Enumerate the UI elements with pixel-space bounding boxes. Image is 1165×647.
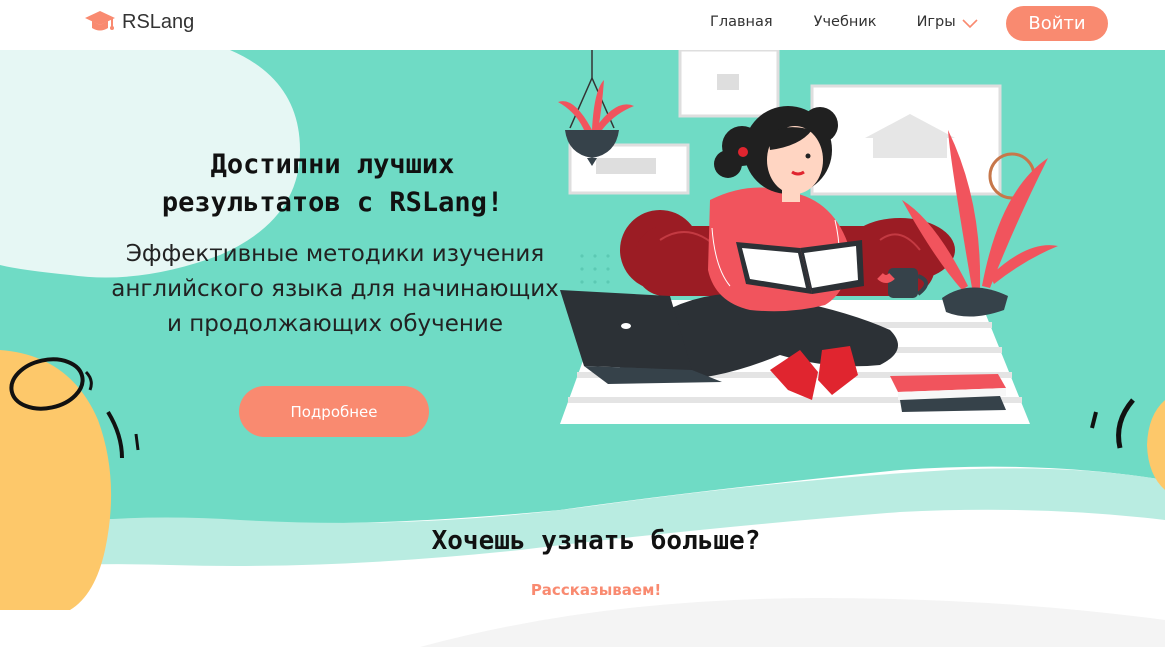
graduation-cap-icon	[85, 11, 115, 31]
hero-title: Достипни лучших результатов с RSLang!	[110, 146, 555, 222]
nav-item-home[interactable]: Главная	[710, 14, 773, 30]
hero-title-line: результатов с RSLang!	[161, 187, 504, 218]
hero-section: Достипни лучших результатов с RSLang! Эф…	[0, 50, 1165, 647]
nav-item-games-label: Игры	[916, 14, 956, 30]
login-button[interactable]: Войти	[1006, 6, 1108, 41]
nav-item-games[interactable]: Игры	[917, 14, 980, 30]
chevron-down-icon	[962, 19, 978, 29]
site-header: RSLang Главная Учебник Игры Войти	[0, 0, 1165, 50]
nav-item-textbook[interactable]: Учебник	[814, 14, 877, 30]
hero-subtitle-line: Эффективные методики изучения	[125, 241, 545, 267]
more-button[interactable]: Подробнее	[239, 386, 429, 437]
hero-title-line: Достипни лучших	[210, 149, 455, 180]
brand-name: RSLang	[122, 10, 195, 33]
logo[interactable]: RSLang	[84, 8, 194, 36]
hero-subtitle-line: и продолжающих обучение	[166, 311, 504, 337]
hero-illustration	[558, 50, 1058, 424]
info-section-title: Хочешь узнать больше?	[431, 526, 761, 556]
info-section-subtitle: Рассказываем!	[530, 581, 662, 599]
main-nav: Главная Учебник Игры	[710, 14, 980, 30]
hero-subtitle-line: английского языка для начинающих	[111, 276, 559, 302]
hero-subtitle: Эффективные методики изучения английског…	[80, 237, 590, 342]
